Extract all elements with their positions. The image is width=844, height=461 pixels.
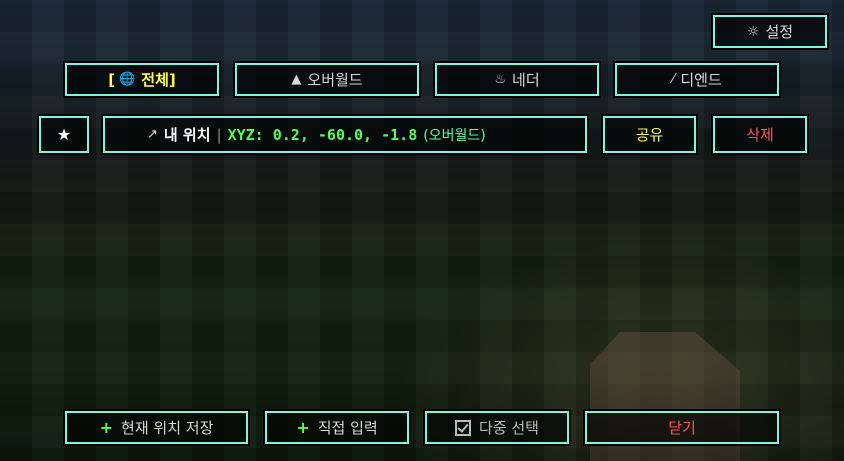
globe-icon: 🌐 [119, 72, 136, 87]
pin-icon: ↗ [147, 127, 158, 142]
checkbox-icon [455, 419, 472, 436]
tree-icon: ▲ [291, 72, 302, 87]
favorite-button[interactable]: ★ [37, 114, 91, 155]
location-coords: XYZ: 0.2, -60.0, -1.8 [227, 125, 418, 144]
fire-icon: ♨ [494, 72, 507, 87]
tab-overworld[interactable]: ▲ 오버월드 [233, 61, 421, 98]
tab-all-label: 전체 [141, 71, 169, 89]
save-current-location-button[interactable]: + 현재 위치 저장 [63, 409, 250, 446]
tab-all-bracket-open: [ [108, 70, 116, 89]
location-separator: | [216, 125, 222, 144]
location-name: 내 위치 [163, 126, 211, 144]
wand-icon: ⁄ [672, 72, 675, 87]
plus-icon: + [296, 418, 310, 437]
settings-label: 설정 [765, 23, 794, 41]
manual-input-button[interactable]: + 직접 입력 [263, 409, 411, 446]
save-current-label: 현재 위치 저장 [121, 419, 214, 437]
close-label: 닫기 [668, 419, 696, 437]
star-icon: ★ [56, 125, 72, 144]
tab-overworld-label: 오버월드 [307, 71, 363, 89]
settings-button[interactable]: ☼ 설정 [711, 13, 829, 50]
delete-button[interactable]: 삭제 [711, 114, 809, 155]
tab-all-bracket-close: ] [168, 70, 176, 89]
close-button[interactable]: 닫기 [583, 409, 781, 446]
tab-end[interactable]: ⁄ 디엔드 [613, 61, 781, 98]
location-dimension: (오버월드) [423, 127, 486, 144]
tab-all[interactable]: [ 🌐 전체 ] [63, 61, 221, 98]
tab-nether-label: 네더 [512, 71, 540, 89]
gear-icon: ☼ [746, 23, 760, 40]
tab-nether[interactable]: ♨ 네더 [433, 61, 601, 98]
multi-select-button[interactable]: 다중 선택 [423, 409, 571, 446]
tab-end-label: 디엔드 [680, 71, 722, 89]
share-label: 공유 [635, 126, 664, 144]
manual-input-label: 직접 입력 [317, 419, 378, 437]
delete-label: 삭제 [746, 126, 774, 144]
location-entry[interactable]: ↗ 내 위치 | XYZ: 0.2, -60.0, -1.8 (오버월드) [101, 114, 589, 155]
share-button[interactable]: 공유 [601, 114, 698, 155]
multi-select-label: 다중 선택 [479, 419, 539, 437]
plus-icon: + [99, 418, 114, 437]
